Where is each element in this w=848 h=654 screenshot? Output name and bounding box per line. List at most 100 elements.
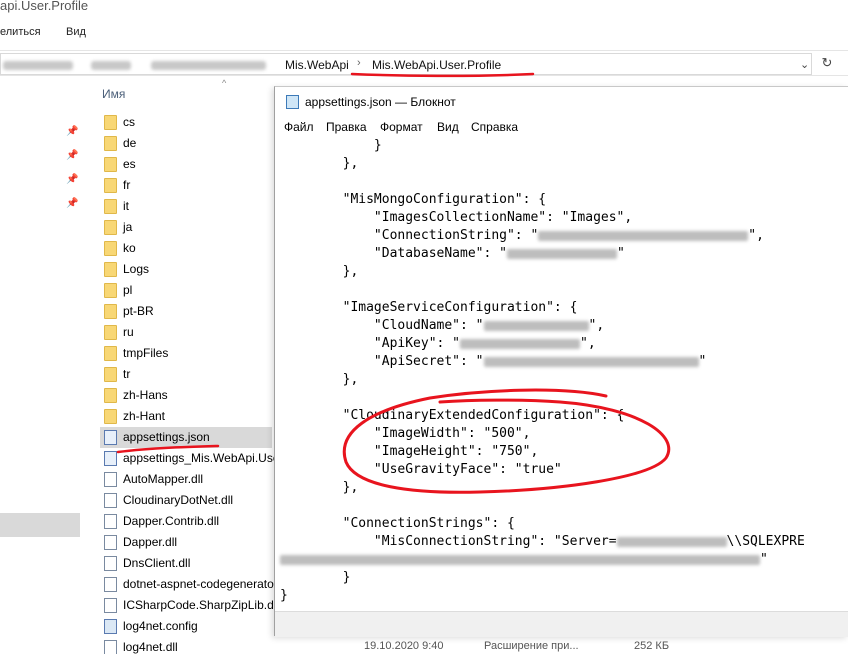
folder-item[interactable]: ko: [100, 238, 275, 259]
folder-icon: [104, 388, 117, 403]
file-name: ja: [123, 220, 133, 234]
text-line: "MisMongoConfiguration": {: [280, 191, 848, 209]
chevron-down-icon[interactable]: ⌄: [800, 58, 809, 71]
ribbon-tab-share[interactable]: елиться: [0, 26, 41, 38]
file-item[interactable]: AutoMapper.dll: [100, 469, 275, 490]
column-header-name[interactable]: ^ Имя: [96, 78, 276, 106]
file-item[interactable]: log4net.dll: [100, 637, 275, 654]
folder-item[interactable]: it: [100, 196, 275, 217]
folder-item[interactable]: pl: [100, 280, 275, 301]
menu-help[interactable]: Справка: [471, 120, 518, 134]
breadcrumb-separator-icon[interactable]: ›: [357, 57, 361, 69]
file-item[interactable]: ICSharpCode.SharpZipLib.dll: [100, 595, 279, 616]
folder-item[interactable]: de: [100, 133, 275, 154]
document-icon: [104, 493, 117, 508]
file-item[interactable]: Dapper.dll: [100, 532, 275, 553]
file-name: AutoMapper.dll: [123, 472, 204, 486]
line-text: "DatabaseName": ": [280, 246, 507, 261]
line-text: "ConnectionStrings": {: [280, 516, 515, 531]
folder-item[interactable]: pt-BR: [100, 301, 275, 322]
redacted-value: [483, 356, 699, 367]
ribbon-tab-view[interactable]: Вид: [66, 26, 86, 38]
blurred-crumb: [3, 61, 73, 70]
pin-icon[interactable]: 📌: [66, 174, 78, 185]
text-line: "ConnectionString": " ",: [280, 227, 848, 245]
line-text: }: [280, 588, 288, 603]
document-icon: [104, 535, 117, 550]
file-name: dotnet-aspnet-codegenerato: [123, 577, 274, 591]
file-name: ICSharpCode.SharpZipLib.dll: [123, 598, 280, 612]
line-text-tail: ": [616, 246, 625, 261]
file-name: cs: [123, 115, 135, 129]
text-line: "ImageWidth": "500",: [280, 425, 848, 443]
breadcrumb-current[interactable]: Mis.WebApi.User.Profile: [372, 58, 501, 72]
text-line: "ImagesCollectionName": "Images",: [280, 209, 848, 227]
file-name: tr: [123, 367, 131, 381]
file-name: tmpFiles: [123, 346, 169, 360]
folder-item[interactable]: zh-Hant: [100, 406, 275, 427]
blurred-crumb: [91, 61, 131, 70]
pin-icon[interactable]: 📌: [66, 150, 78, 161]
pin-icon[interactable]: 📌: [66, 126, 78, 137]
line-text-tail: ",: [748, 228, 764, 243]
line-text: "ImageWidth": "500",: [280, 426, 531, 441]
address-bar: Mis.WebApi › Mis.WebApi.User.Profile ⌄ ↻: [0, 50, 848, 76]
notepad-text-area[interactable]: } }, "MisMongoConfiguration": { "ImagesC…: [275, 137, 848, 612]
breadcrumb-mis-webapi[interactable]: Mis.WebApi: [285, 58, 349, 72]
folder-icon: [104, 178, 117, 193]
desktop-screenshot: api.User.Profile елиться Вид Mis.WebApi …: [0, 0, 848, 654]
menu-file[interactable]: Файл: [284, 120, 314, 134]
pin-icon[interactable]: 📌: [66, 198, 78, 209]
file-name: zh-Hans: [123, 388, 168, 402]
file-size: 252 КБ: [634, 640, 670, 652]
folder-item[interactable]: es: [100, 154, 275, 175]
line-text: "CloudinaryExtendedConfiguration": {: [280, 408, 625, 423]
nav-selected-item[interactable]: [0, 513, 80, 537]
folder-icon: [104, 367, 117, 382]
text-line: "MisConnectionString": "Server= \\SQLEXPR…: [280, 533, 848, 551]
text-line: "ApiKey": " ",: [280, 335, 848, 353]
folder-item[interactable]: ja: [100, 217, 275, 238]
file-name: log4net.config: [123, 619, 198, 633]
file-item[interactable]: CloudinaryDotNet.dll: [100, 490, 275, 511]
menu-view[interactable]: Вид: [437, 120, 459, 134]
file-item[interactable]: log4net.config: [100, 616, 275, 637]
redacted-value: [280, 554, 760, 565]
file-name: DnsClient.dll: [123, 556, 191, 570]
folder-item[interactable]: fr: [100, 175, 275, 196]
text-line: "DatabaseName": " ": [280, 245, 848, 263]
folder-icon: [104, 199, 117, 214]
file-name: it: [123, 199, 129, 213]
refresh-icon[interactable]: ↻: [818, 55, 836, 73]
line-text: "ConnectionString": ": [280, 228, 539, 243]
sort-caret-icon: ^: [222, 78, 227, 88]
line-text-tail: ": [698, 354, 707, 369]
file-name: pl: [123, 283, 133, 297]
folder-item[interactable]: zh-Hans: [100, 385, 275, 406]
menu-edit[interactable]: Правка: [326, 120, 367, 134]
folder-item[interactable]: tmpFiles: [100, 343, 275, 364]
file-item[interactable]: DnsClient.dll: [100, 553, 275, 574]
file-item[interactable]: Dapper.Contrib.dll: [100, 511, 275, 532]
redacted-value: [506, 248, 617, 259]
file-item[interactable]: appsettings.json: [100, 427, 272, 448]
notepad-titlebar[interactable]: appsettings.json — Блокнот: [275, 87, 848, 117]
redacted-value: [616, 536, 727, 547]
file-item[interactable]: appsettings_Mis.WebApi.User: [100, 448, 284, 469]
document-icon: [104, 430, 117, 445]
file-name: pt-BR: [123, 304, 154, 318]
folder-item[interactable]: cs: [100, 112, 275, 133]
line-text-tail: \\SQLEXPRE: [726, 534, 805, 549]
line-text: }: [280, 570, 351, 585]
explorer-title: api.User.Profile: [0, 0, 89, 13]
folder-item[interactable]: ru: [100, 322, 275, 343]
file-name: Logs: [123, 262, 150, 276]
file-item[interactable]: dotnet-aspnet-codegenerato: [100, 574, 275, 595]
folder-item[interactable]: Logs: [100, 259, 275, 280]
folder-item[interactable]: tr: [100, 364, 275, 385]
text-line: "ApiSecret": " ": [280, 353, 848, 371]
menu-format[interactable]: Формат: [380, 120, 423, 134]
horizontal-scrollbar[interactable]: [275, 611, 848, 637]
address-box[interactable]: Mis.WebApi › Mis.WebApi.User.Profile ⌄: [0, 53, 812, 75]
text-line: ": [280, 551, 848, 569]
